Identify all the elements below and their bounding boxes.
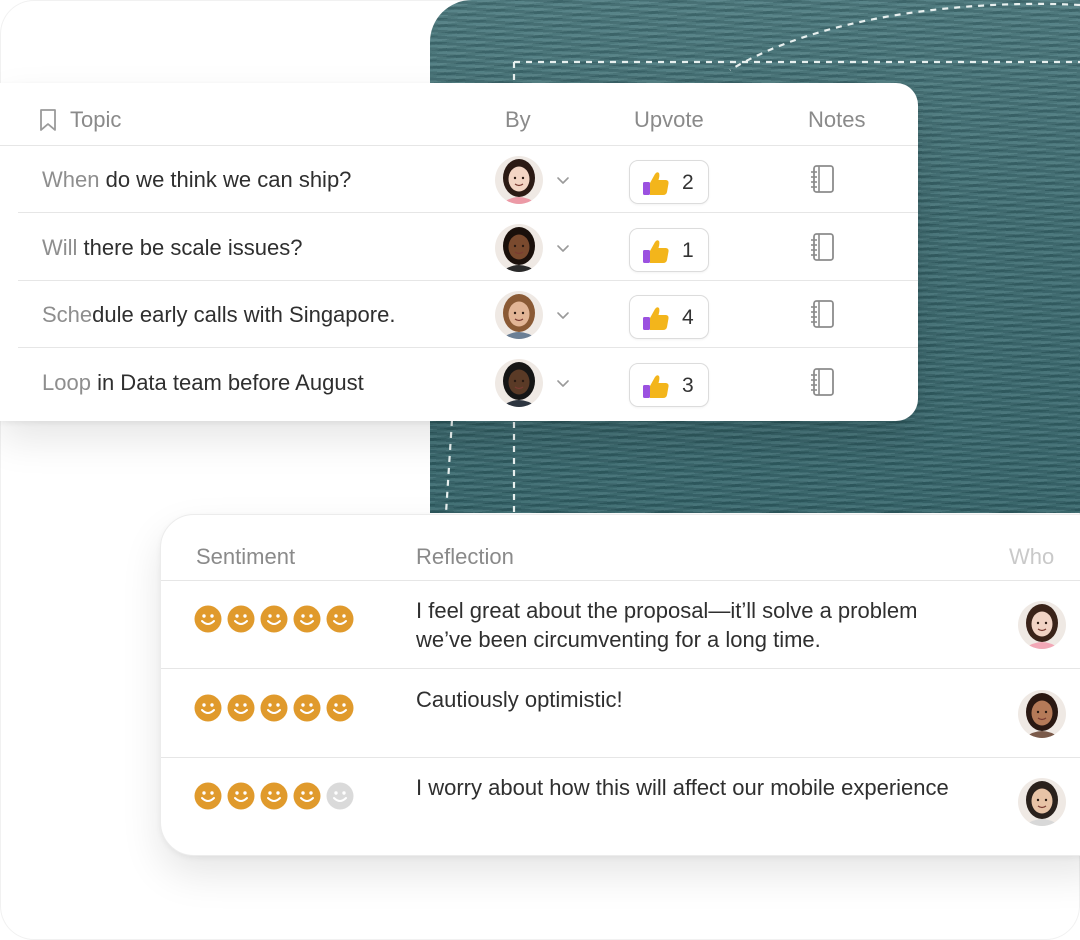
sentiment-rating[interactable] [194, 782, 364, 812]
assignee-avatar[interactable] [495, 291, 543, 339]
reflection-text: I worry about how this will affect our m… [416, 775, 949, 800]
smiley-face-icon [260, 605, 288, 633]
topic-text-prefix: Loop [42, 369, 91, 395]
assignee-avatar[interactable] [495, 358, 543, 407]
chevron-down-icon[interactable] [556, 308, 570, 319]
header-sentiment: Sentiment [196, 544, 296, 569]
topic-text-rest: dule early calls with Singapore. [92, 302, 396, 327]
topic-row: Schedule early calls with Singapore. 4 [18, 280, 918, 348]
topic-table-header: Topic By Upvote Notes [0, 83, 918, 146]
thumbs-up-icon [642, 170, 670, 196]
upvote-count: 3 [682, 373, 694, 397]
assignee-avatar[interactable] [495, 223, 543, 272]
sentiment-rating[interactable] [194, 694, 364, 724]
notebook-icon[interactable] [810, 367, 836, 397]
chevron-down-icon[interactable] [556, 173, 570, 184]
header-by: By [505, 107, 531, 132]
topic-row: When do we think we can ship? 2 [18, 145, 918, 213]
smiley-face-icon [227, 694, 255, 722]
sentiment-row: I worry about how this will affect our m… [161, 757, 1080, 845]
smiley-face-icon [326, 605, 354, 633]
reflection-text: I feel great about the proposal—it’ll so… [416, 598, 918, 652]
smiley-face-icon [194, 605, 222, 633]
header-notes: Notes [808, 107, 866, 132]
upvote-button[interactable]: 4 [629, 295, 709, 339]
topic-text-rest: there be scale issues? [77, 234, 303, 260]
smiley-face-icon [326, 694, 354, 722]
respondent-avatar [1018, 778, 1066, 826]
topic-table: Topic By Upvote Notes When do we think w… [0, 83, 918, 421]
smiley-face-icon [194, 694, 222, 722]
upvote-button[interactable]: 3 [629, 362, 709, 407]
header-reflection: Reflection [416, 544, 514, 569]
thumbs-up-icon [642, 373, 670, 399]
upvote-button[interactable]: 2 [629, 160, 709, 204]
smiley-face-icon [293, 782, 321, 810]
thumbs-up-icon [642, 305, 670, 331]
topic-row: Loop in Data team before August 3 [18, 348, 918, 415]
sentiment-rating[interactable] [194, 605, 364, 635]
respondent-avatar [1018, 689, 1066, 738]
upvote-button[interactable]: 1 [629, 227, 709, 272]
upvote-count: 2 [682, 171, 694, 194]
smiley-face-icon [326, 782, 354, 810]
topic-row: Will there be scale issues? 1 [18, 213, 918, 281]
respondent-avatar [1018, 601, 1066, 649]
topic-text: Will there be scale issues? [42, 235, 302, 261]
chevron-down-icon[interactable] [556, 241, 570, 252]
smiley-face-icon [227, 605, 255, 633]
smiley-face-icon [227, 782, 255, 810]
notebook-icon[interactable] [810, 299, 836, 329]
header-upvote: Upvote [634, 107, 704, 132]
reflection-text: Cautiously optimistic! [416, 686, 623, 712]
topic-text: When do we think we can ship? [42, 167, 351, 193]
header-who: Who [1009, 544, 1055, 569]
sentiment-row: I feel great about the proposal—it’ll so… [161, 580, 1080, 669]
chevron-down-icon[interactable] [556, 376, 570, 387]
topic-text-prefix: When [42, 167, 100, 192]
assignee-avatar[interactable] [495, 156, 543, 204]
smiley-face-icon [194, 782, 222, 810]
notebook-icon[interactable] [810, 164, 836, 194]
topic-text-rest: do we think we can ship? [99, 167, 352, 192]
thumbs-up-icon [642, 238, 670, 264]
topic-text: Loop in Data team before August [42, 370, 364, 396]
upvote-count: 4 [682, 306, 694, 329]
smiley-face-icon [293, 605, 321, 633]
notebook-icon[interactable] [810, 232, 836, 262]
sentiment-table: Sentiment Reflection Who I feel great ab… [160, 514, 1080, 856]
bookmark-icon [40, 109, 56, 131]
topic-text-rest: in Data team before August [90, 369, 364, 395]
topic-text-prefix: Sche [42, 302, 93, 327]
sentiment-row: Cautiously optimistic! [161, 669, 1080, 758]
upvote-count: 1 [682, 238, 694, 262]
topic-text-prefix: Will [42, 234, 78, 260]
smiley-face-icon [293, 694, 321, 722]
header-topic: Topic [70, 107, 122, 132]
smiley-face-icon [260, 782, 288, 810]
sentiment-table-header: Sentiment Reflection Who [161, 515, 1080, 581]
smiley-face-icon [260, 694, 288, 722]
topic-text: Schedule early calls with Singapore. [42, 302, 395, 328]
